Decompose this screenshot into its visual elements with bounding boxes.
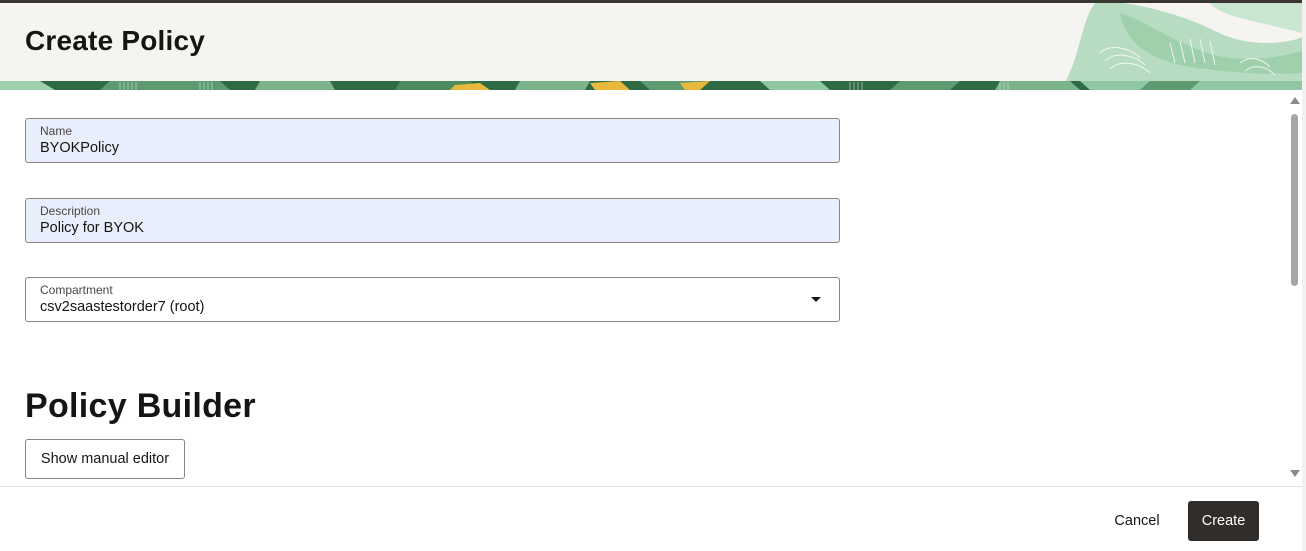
show-manual-editor-button[interactable]: Show manual editor	[25, 439, 185, 479]
scrollbar-thumb[interactable]	[1291, 114, 1298, 286]
form-content: Name BYOKPolicy Description Policy for B…	[0, 90, 1288, 486]
create-button[interactable]: Create	[1188, 501, 1259, 541]
right-edge	[1302, 0, 1306, 551]
compartment-value[interactable]: csv2saastestorder7 (root)	[40, 299, 204, 315]
dialog-footer: Cancel Create	[0, 486, 1302, 551]
cancel-button[interactable]: Cancel	[1100, 501, 1174, 541]
scroll-down-icon[interactable]	[1290, 470, 1300, 477]
page-title: Create Policy	[25, 25, 206, 56]
compartment-select[interactable]: Compartment csv2saastestorder7 (root)	[25, 277, 840, 322]
name-field[interactable]: Name BYOKPolicy	[25, 118, 840, 163]
scroll-up-icon[interactable]	[1290, 97, 1300, 104]
page-header: Create Policy	[0, 3, 1302, 90]
description-value[interactable]: Policy for BYOK	[40, 220, 144, 236]
description-label: Description	[40, 204, 101, 218]
compartment-label: Compartment	[40, 283, 113, 297]
name-value[interactable]: BYOKPolicy	[40, 140, 119, 156]
name-label: Name	[40, 124, 73, 138]
policy-builder-title: Policy Builder	[25, 387, 256, 425]
chevron-down-icon[interactable]	[811, 297, 821, 302]
description-field[interactable]: Description Policy for BYOK	[25, 198, 840, 243]
vertical-scrollbar[interactable]	[1288, 90, 1302, 486]
